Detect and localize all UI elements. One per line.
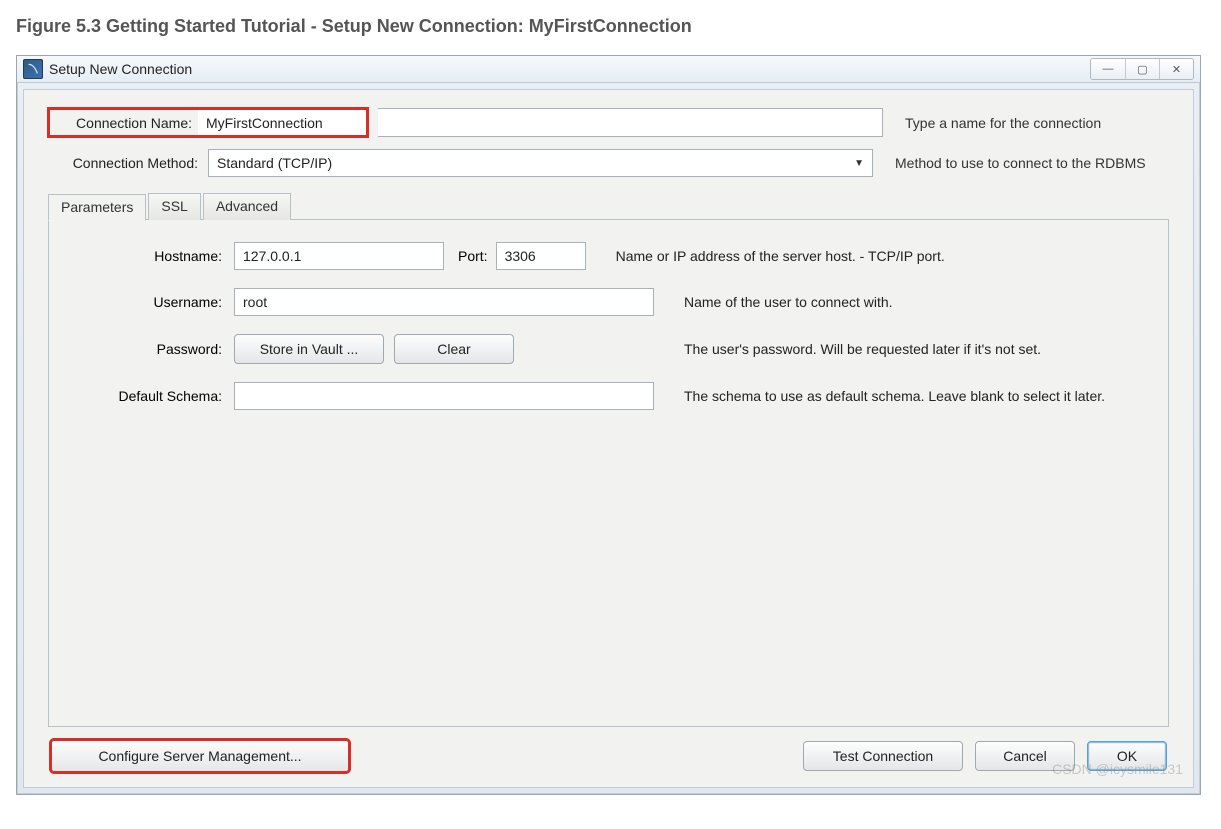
- tab-panel: Parameters SSL Advanced Hostname: Port: …: [48, 219, 1169, 727]
- close-button[interactable]: ✕: [1159, 59, 1193, 79]
- minimize-button[interactable]: —: [1091, 59, 1125, 79]
- default-schema-label: Default Schema:: [67, 388, 222, 404]
- chevron-down-icon: ▼: [854, 158, 864, 169]
- connection-name-highlight: Connection Name:: [48, 108, 368, 137]
- connection-method-help: Method to use to connect to the RDBMS: [895, 155, 1146, 171]
- hostname-help: Name or IP address of the server host. -…: [616, 248, 945, 264]
- figure-title: Figure 5.3 Getting Started Tutorial - Se…: [16, 16, 1205, 37]
- tab-ssl[interactable]: SSL: [148, 193, 200, 220]
- test-connection-button[interactable]: Test Connection: [803, 741, 963, 771]
- default-schema-input[interactable]: [234, 382, 654, 410]
- cancel-button[interactable]: Cancel: [975, 741, 1075, 771]
- connection-method-select[interactable]: Standard (TCP/IP) ▼: [208, 149, 873, 177]
- connection-method-value: Standard (TCP/IP): [217, 155, 332, 171]
- connection-name-input[interactable]: [198, 108, 368, 137]
- maximize-button[interactable]: ▢: [1125, 59, 1159, 79]
- ok-button[interactable]: OK: [1087, 741, 1167, 771]
- dialog-footer: Configure Server Management... Test Conn…: [48, 739, 1169, 773]
- connection-name-help: Type a name for the connection: [905, 115, 1101, 131]
- username-help: Name of the user to connect with.: [684, 294, 893, 310]
- window-controls: — ▢ ✕: [1090, 58, 1194, 80]
- port-input[interactable]: [496, 242, 586, 270]
- tab-advanced[interactable]: Advanced: [203, 193, 291, 220]
- connection-name-input-extension[interactable]: [378, 108, 883, 137]
- configure-server-button[interactable]: Configure Server Management...: [50, 739, 350, 773]
- password-help: The user's password. Will be requested l…: [684, 341, 1041, 357]
- connection-name-label: Connection Name:: [48, 111, 198, 135]
- username-label: Username:: [67, 294, 222, 310]
- titlebar: Setup New Connection — ▢ ✕: [17, 56, 1200, 83]
- default-schema-help: The schema to use as default schema. Lea…: [684, 388, 1105, 404]
- dialog-body: Connection Name: Type a name for the con…: [23, 89, 1194, 788]
- tab-strip: Parameters SSL Advanced: [48, 193, 293, 220]
- dialog-window: Setup New Connection — ▢ ✕ Connection Na…: [16, 55, 1201, 795]
- tab-parameters[interactable]: Parameters: [48, 194, 146, 221]
- username-input[interactable]: [234, 288, 654, 316]
- app-icon: [23, 59, 43, 79]
- clear-password-button[interactable]: Clear: [394, 334, 514, 364]
- port-label: Port:: [458, 248, 488, 264]
- store-vault-button[interactable]: Store in Vault ...: [234, 334, 384, 364]
- connection-method-label: Connection Method:: [48, 155, 198, 171]
- hostname-input[interactable]: [234, 242, 444, 270]
- hostname-label: Hostname:: [67, 248, 222, 264]
- password-label: Password:: [67, 341, 222, 357]
- window-title: Setup New Connection: [49, 61, 192, 77]
